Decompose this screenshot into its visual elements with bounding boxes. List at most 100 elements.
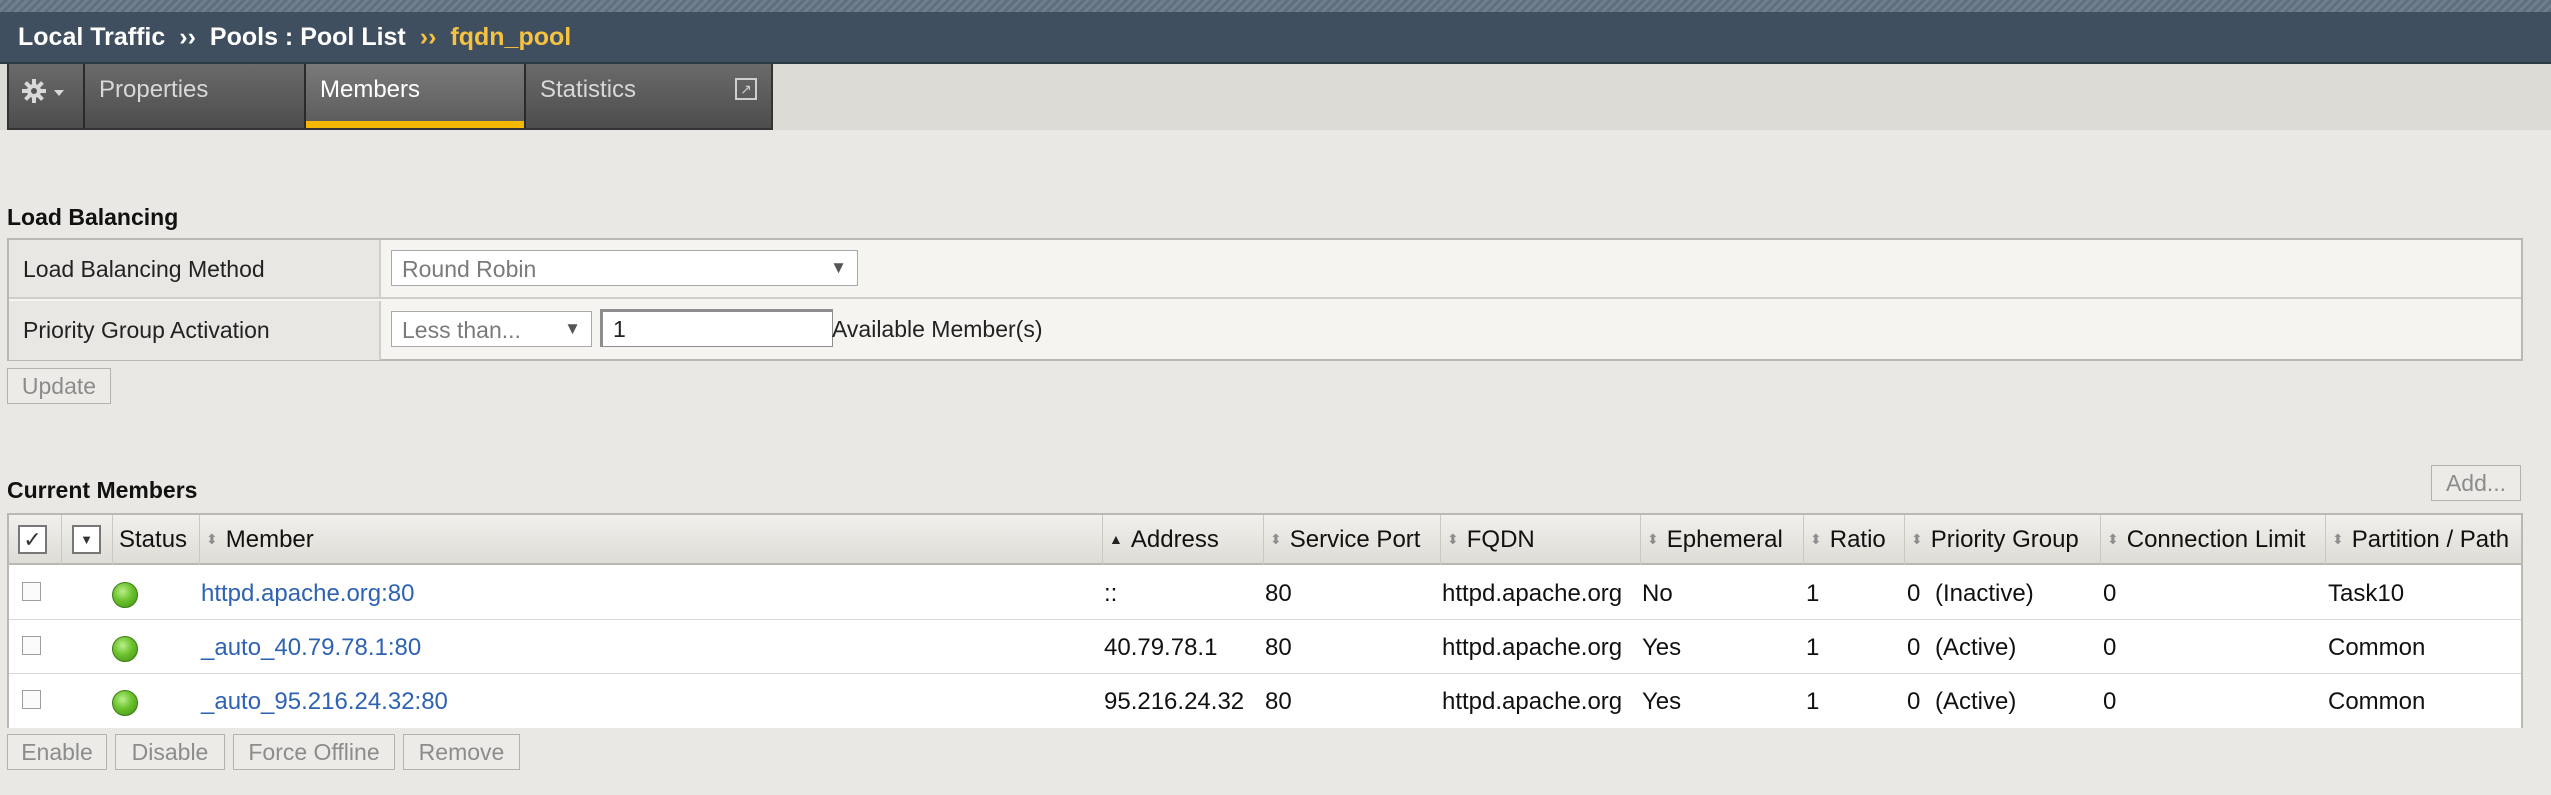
select-all-checkbox[interactable]: ✓ bbox=[18, 525, 47, 554]
member-partition: Common bbox=[2328, 634, 2426, 661]
member-connection-limit: 0 bbox=[2103, 580, 2117, 607]
tab-strip: Properties Members Statistics ↗ bbox=[0, 64, 2551, 130]
tab-properties-label: Properties bbox=[99, 76, 209, 103]
status-available-icon bbox=[112, 582, 138, 608]
sort-icon: ⬍ bbox=[2107, 531, 2119, 547]
tab-bar: Properties Members Statistics ↗ bbox=[7, 64, 773, 130]
member-priority-state: (Inactive) bbox=[1935, 580, 2034, 607]
chevron-down-icon bbox=[54, 90, 64, 96]
member-fqdn: httpd.apache.org bbox=[1442, 634, 1623, 661]
column-priority-group[interactable]: ⬍ Priority Group bbox=[1905, 515, 2101, 565]
column-address-label: Address bbox=[1130, 526, 1219, 553]
member-ephemeral: No bbox=[1642, 580, 1673, 607]
breadcrumb-pool-list[interactable]: Pools : Pool List bbox=[210, 23, 406, 52]
member-ratio: 1 bbox=[1806, 634, 1820, 661]
sort-icon: ⬍ bbox=[2332, 531, 2344, 547]
lb-method-row: Load Balancing Method Round Robin ▼ bbox=[9, 240, 2521, 299]
priority-group-input-value: 1 bbox=[613, 316, 626, 342]
members-table-header: ✓ ▼ Status ⬍ Member ▲ Address ⬍ Service … bbox=[9, 515, 2521, 565]
lb-method-value: Round Robin bbox=[402, 256, 537, 282]
member-partition: Common bbox=[2328, 688, 2426, 715]
tab-statistics[interactable]: Statistics ↗ bbox=[526, 64, 771, 128]
member-ephemeral: Yes bbox=[1642, 634, 1682, 661]
tab-properties[interactable]: Properties bbox=[85, 64, 306, 128]
row-checkbox[interactable] bbox=[22, 690, 41, 709]
sort-icon: ⬍ bbox=[1647, 531, 1659, 547]
column-ratio[interactable]: ⬍ Ratio bbox=[1804, 515, 1905, 565]
column-fqdn-label: FQDN bbox=[1466, 526, 1535, 553]
update-button[interactable]: Update bbox=[7, 368, 111, 404]
priority-group-select[interactable]: Less than... ▼ bbox=[391, 311, 592, 347]
member-ratio: 1 bbox=[1806, 580, 1820, 607]
sort-ascending-icon: ▲ bbox=[1109, 531, 1123, 547]
member-address: :: bbox=[1104, 580, 1118, 607]
remove-button[interactable]: Remove bbox=[403, 734, 520, 770]
column-service-port[interactable]: ⬍ Service Port bbox=[1264, 515, 1441, 565]
disable-button[interactable]: Disable bbox=[115, 734, 225, 770]
tab-gear-menu[interactable] bbox=[9, 64, 85, 128]
dropdown-arrow-icon: ▼ bbox=[564, 319, 581, 338]
add-member-button[interactable]: Add... bbox=[2431, 465, 2521, 501]
tab-members[interactable]: Members bbox=[306, 64, 526, 128]
member-address: 95.216.24.32 bbox=[1104, 688, 1245, 715]
column-partition-path-label: Partition / Path bbox=[2351, 526, 2510, 553]
breadcrumb-current: fqdn_pool bbox=[450, 22, 572, 51]
load-balancing-title: Load Balancing bbox=[7, 204, 179, 230]
table-row: _auto_40.79.78.1:80 40.79.78.1 80 httpd.… bbox=[9, 621, 2521, 674]
select-menu-cell: ▼ bbox=[62, 515, 113, 565]
member-address: 40.79.78.1 bbox=[1104, 634, 1218, 661]
member-service-port: 80 bbox=[1265, 688, 1292, 715]
sort-icon: ⬍ bbox=[1911, 531, 1923, 547]
priority-group-label: Priority Group Activation bbox=[9, 301, 381, 360]
breadcrumb-separator: ›› bbox=[419, 22, 437, 51]
breadcrumb: Local Traffic ›› Pools : Pool List ›› fq… bbox=[0, 12, 2551, 64]
select-menu-dropdown[interactable]: ▼ bbox=[72, 525, 101, 554]
member-partition: Task10 bbox=[2328, 580, 2405, 607]
sort-icon: ⬍ bbox=[206, 531, 218, 547]
tab-statistics-label: Statistics bbox=[540, 76, 637, 103]
external-link-icon[interactable]: ↗ bbox=[735, 78, 757, 100]
tab-members-label: Members bbox=[320, 76, 421, 103]
member-link[interactable]: _auto_40.79.78.1:80 bbox=[201, 634, 421, 662]
column-connection-limit-label: Connection Limit bbox=[2126, 526, 2306, 553]
member-fqdn: httpd.apache.org bbox=[1442, 580, 1623, 607]
enable-button[interactable]: Enable bbox=[7, 734, 107, 770]
member-service-port: 80 bbox=[1265, 580, 1292, 607]
priority-group-row: Priority Group Activation Less than... ▼… bbox=[9, 301, 2521, 360]
table-row: httpd.apache.org:80 :: 80 httpd.apache.o… bbox=[9, 567, 2521, 620]
column-ephemeral[interactable]: ⬍ Ephemeral bbox=[1641, 515, 1804, 565]
member-connection-limit: 0 bbox=[2103, 634, 2117, 661]
column-status-label: Status bbox=[119, 526, 188, 553]
column-fqdn[interactable]: ⬍ FQDN bbox=[1441, 515, 1641, 565]
member-priority: 0 bbox=[1907, 688, 1921, 715]
column-address[interactable]: ▲ Address bbox=[1103, 515, 1264, 565]
column-partition-path[interactable]: ⬍ Partition / Path bbox=[2326, 515, 2521, 565]
sort-icon: ⬍ bbox=[1447, 531, 1459, 547]
row-checkbox[interactable] bbox=[22, 582, 41, 601]
member-link[interactable]: _auto_95.216.24.32:80 bbox=[201, 688, 448, 716]
breadcrumb-local-traffic[interactable]: Local Traffic bbox=[18, 23, 165, 52]
top-stripe bbox=[0, 0, 2551, 12]
member-ratio: 1 bbox=[1806, 688, 1820, 715]
member-service-port: 80 bbox=[1265, 634, 1292, 661]
status-available-icon bbox=[112, 690, 138, 716]
column-member[interactable]: ⬍ Member bbox=[200, 515, 1103, 565]
force-offline-button[interactable]: Force Offline bbox=[233, 734, 395, 770]
column-ratio-label: Ratio bbox=[1829, 526, 1886, 553]
member-priority: 0 bbox=[1907, 580, 1921, 607]
member-link[interactable]: httpd.apache.org:80 bbox=[201, 580, 415, 608]
column-connection-limit[interactable]: ⬍ Connection Limit bbox=[2101, 515, 2326, 565]
lb-method-select[interactable]: Round Robin ▼ bbox=[391, 250, 858, 286]
column-priority-group-label: Priority Group bbox=[1930, 526, 2079, 553]
column-member-label: Member bbox=[225, 526, 314, 553]
table-row: _auto_95.216.24.32:80 95.216.24.32 80 ht… bbox=[9, 675, 2521, 728]
column-service-port-label: Service Port bbox=[1289, 526, 1421, 553]
row-checkbox[interactable] bbox=[22, 636, 41, 655]
sort-icon: ⬍ bbox=[1810, 531, 1822, 547]
member-priority: 0 bbox=[1907, 634, 1921, 661]
priority-group-select-value: Less than... bbox=[402, 317, 521, 343]
column-status[interactable]: Status bbox=[113, 515, 200, 565]
priority-group-input[interactable]: 1 bbox=[600, 309, 833, 347]
member-ephemeral: Yes bbox=[1642, 688, 1682, 715]
breadcrumb-separator: ›› bbox=[179, 22, 196, 51]
